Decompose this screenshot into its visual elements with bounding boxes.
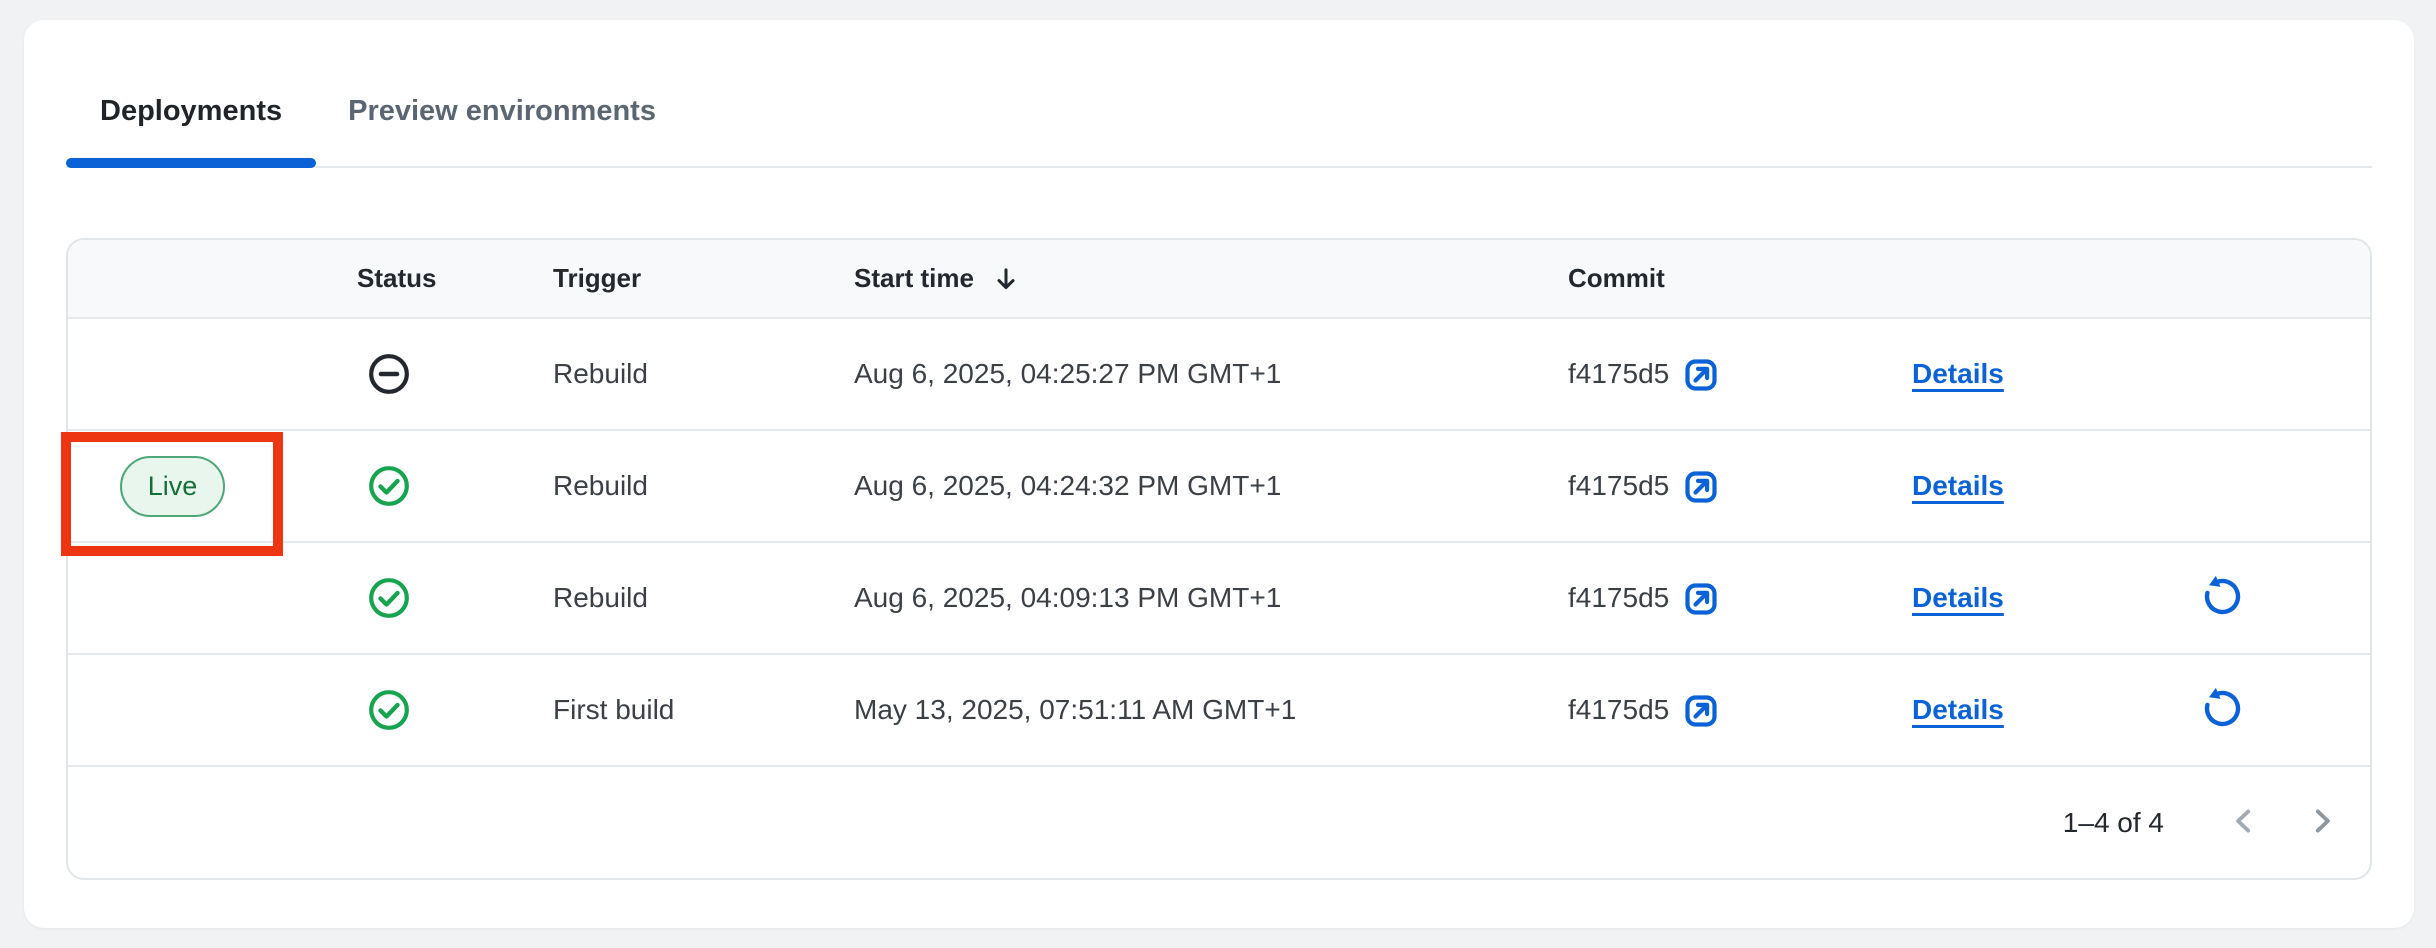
details-cell: Details — [1888, 358, 2130, 390]
header-trigger: Trigger — [529, 263, 830, 294]
table-row: Live Rebuild Aug 6, 2025, 04:24:32 PM GM… — [68, 429, 2370, 541]
trigger-cell: First build — [529, 694, 830, 726]
retry-cell — [2130, 574, 2372, 622]
commit-link[interactable]: f4175d5 — [1568, 354, 1720, 394]
live-cell: Live — [68, 456, 333, 517]
retry-arrow-icon — [2200, 574, 2245, 622]
commit-link[interactable]: f4175d5 — [1568, 578, 1720, 618]
start-time-cell: May 13, 2025, 07:51:11 AM GMT+1 — [830, 694, 1544, 726]
retry-button[interactable] — [2200, 686, 2245, 734]
check-circle-icon — [367, 688, 411, 732]
commit-cell: f4175d5 — [1544, 466, 1888, 506]
pagination-range: 1–4 of 4 — [2063, 807, 2164, 839]
details-link[interactable]: Details — [1912, 358, 2004, 390]
retry-cell — [2130, 686, 2372, 734]
table-row: First build May 13, 2025, 07:51:11 AM GM… — [68, 653, 2370, 765]
table-header-row: Status Trigger Start time Commit — [68, 240, 2370, 317]
commit-hash: f4175d5 — [1568, 582, 1669, 614]
commit-link[interactable]: f4175d5 — [1568, 466, 1720, 506]
header-start-time-label: Start time — [854, 263, 974, 294]
trigger-cell: Rebuild — [529, 358, 830, 390]
external-link-icon — [1682, 468, 1720, 506]
commit-link[interactable]: f4175d5 — [1568, 690, 1720, 730]
start-time-cell: Aug 6, 2025, 04:24:32 PM GMT+1 — [830, 470, 1544, 502]
table-row: Rebuild Aug 6, 2025, 04:09:13 PM GMT+1 f… — [68, 541, 2370, 653]
external-link-icon — [1682, 580, 1720, 618]
live-badge: Live — [120, 456, 225, 517]
header-start-time[interactable]: Start time — [830, 263, 1544, 294]
trigger-cell: Rebuild — [529, 470, 830, 502]
deployments-table: Status Trigger Start time Commit — [66, 238, 2372, 880]
start-time-cell: Aug 6, 2025, 04:25:27 PM GMT+1 — [830, 358, 1544, 390]
check-circle-icon — [367, 576, 411, 620]
details-link[interactable]: Details — [1912, 470, 2004, 502]
status-cell — [333, 688, 529, 732]
tab-deployments-label: Deployments — [100, 95, 282, 128]
details-link[interactable]: Details — [1912, 582, 2004, 614]
tab-bar: Deployments Preview environments — [66, 20, 2372, 168]
commit-cell: f4175d5 — [1544, 690, 1888, 730]
pagination-prev-button[interactable] — [2228, 804, 2262, 841]
commit-cell: f4175d5 — [1544, 578, 1888, 618]
header-status: Status — [333, 263, 529, 294]
table-footer: 1–4 of 4 — [68, 765, 2370, 878]
commit-hash: f4175d5 — [1568, 694, 1669, 726]
check-circle-icon — [367, 464, 411, 508]
pagination-next-button[interactable] — [2304, 804, 2338, 841]
external-link-icon — [1682, 692, 1720, 730]
tab-deployments[interactable]: Deployments — [66, 56, 316, 166]
page: { "tabs": { "deployments": "Deployments"… — [0, 0, 2436, 948]
commit-cell: f4175d5 — [1544, 354, 1888, 394]
header-commit: Commit — [1544, 263, 1888, 294]
details-cell: Details — [1888, 470, 2130, 502]
details-cell: Details — [1888, 582, 2130, 614]
retry-button[interactable] — [2200, 574, 2245, 622]
status-cell — [333, 464, 529, 508]
chevron-right-icon — [2304, 804, 2338, 841]
trigger-cell: Rebuild — [529, 582, 830, 614]
tab-preview-environments[interactable]: Preview environments — [316, 56, 688, 166]
status-cell — [333, 352, 529, 396]
chevron-left-icon — [2228, 804, 2262, 841]
details-cell: Details — [1888, 694, 2130, 726]
commit-hash: f4175d5 — [1568, 470, 1669, 502]
sort-descending-icon — [992, 265, 1020, 293]
retry-arrow-icon — [2200, 686, 2245, 734]
table-row: Rebuild Aug 6, 2025, 04:25:27 PM GMT+1 f… — [68, 317, 2370, 429]
tab-preview-environments-label: Preview environments — [348, 95, 656, 128]
deployments-card: Deployments Preview environments Status … — [24, 20, 2414, 928]
start-time-cell: Aug 6, 2025, 04:09:13 PM GMT+1 — [830, 582, 1544, 614]
commit-hash: f4175d5 — [1568, 358, 1669, 390]
details-link[interactable]: Details — [1912, 694, 2004, 726]
external-link-icon — [1682, 356, 1720, 394]
status-cell — [333, 576, 529, 620]
minus-circle-icon — [367, 352, 411, 396]
